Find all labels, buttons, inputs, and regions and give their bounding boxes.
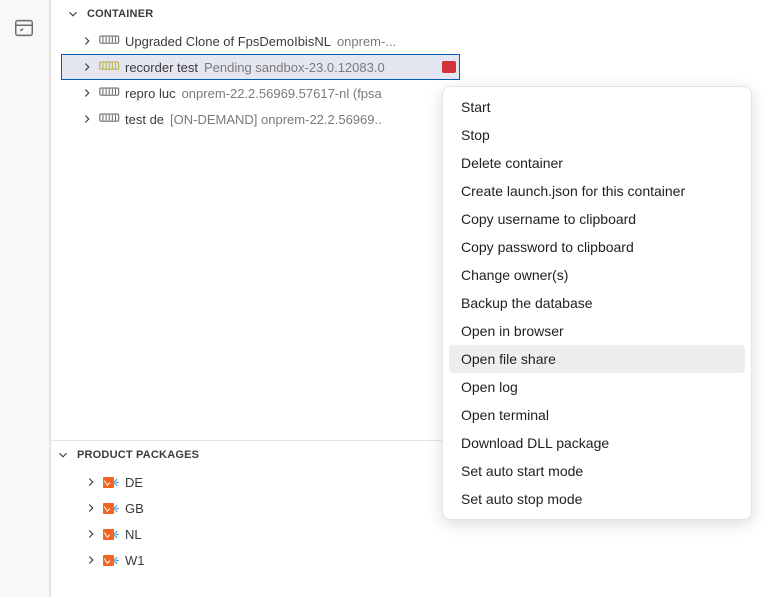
context-menu-item[interactable]: Backup the database — [449, 289, 745, 317]
section-title: PRODUCT PACKAGES — [77, 449, 199, 461]
container-item[interactable]: repro luc onprem-22.2.56969.57617-nl (fps… — [61, 80, 460, 106]
context-menu-item[interactable]: Open log — [449, 373, 745, 401]
package-item[interactable]: W1 — [51, 547, 460, 573]
chevron-right-icon — [83, 474, 99, 490]
chevron-right-icon — [79, 111, 95, 127]
container-item-name: test de — [125, 112, 164, 127]
packages-section-header[interactable]: PRODUCT PACKAGES — [51, 441, 460, 469]
chevron-right-icon — [79, 33, 95, 49]
package-icon — [103, 474, 121, 490]
chevron-down-icon — [55, 447, 71, 463]
context-menu-item[interactable]: Open terminal — [449, 401, 745, 429]
context-menu: StartStopDelete containerCreate launch.j… — [442, 86, 752, 520]
context-menu-item[interactable]: Copy password to clipboard — [449, 233, 745, 261]
context-menu-item[interactable]: Create launch.json for this container — [449, 177, 745, 205]
container-item-name: recorder test — [125, 60, 198, 75]
package-item-name: NL — [125, 527, 142, 542]
container-item[interactable]: Upgraded Clone of FpsDemoIbisNL onprem-..… — [61, 28, 460, 54]
package-icon — [103, 552, 121, 568]
container-item[interactable]: test de [ON-DEMAND] onprem-22.2.56969.. — [61, 106, 460, 132]
container-item-desc: onprem-... — [337, 34, 456, 49]
package-icon — [103, 500, 121, 516]
section-title: CONTAINER — [87, 8, 153, 20]
context-menu-item[interactable]: Stop — [449, 121, 745, 149]
container-item-desc: onprem-22.2.56969.57617-nl (fpsa — [182, 86, 456, 101]
package-icon — [103, 526, 121, 542]
container-item-name: repro luc — [125, 86, 176, 101]
container-section: CONTAINER Upgraded Clone of FpsDemoIbisN… — [61, 0, 460, 132]
context-menu-item[interactable]: Delete container — [449, 149, 745, 177]
container-icon — [99, 111, 121, 127]
container-icon — [99, 33, 121, 49]
container-item-desc: [ON-DEMAND] onprem-22.2.56969.. — [170, 112, 456, 127]
container-section-header[interactable]: CONTAINER — [61, 0, 460, 28]
chevron-right-icon — [83, 500, 99, 516]
status-red-icon — [442, 61, 456, 73]
context-menu-item[interactable]: Copy username to clipboard — [449, 205, 745, 233]
activity-bar-icon[interactable] — [0, 8, 48, 48]
context-menu-item[interactable]: Open file share — [449, 345, 745, 373]
sidebar: CONTAINER Upgraded Clone of FpsDemoIbisN… — [50, 0, 460, 597]
chevron-down-icon — [65, 6, 81, 22]
chevron-right-icon — [79, 59, 95, 75]
container-item-name: Upgraded Clone of FpsDemoIbisNL — [125, 34, 331, 49]
context-menu-item[interactable]: Change owner(s) — [449, 261, 745, 289]
context-menu-item[interactable]: Open in browser — [449, 317, 745, 345]
container-item[interactable]: recorder test Pending sandbox-23.0.12083.… — [61, 54, 460, 80]
context-menu-item[interactable]: Download DLL package — [449, 429, 745, 457]
packages-section: PRODUCT PACKAGES DE GB NL W1 — [51, 440, 460, 573]
chevron-right-icon — [83, 526, 99, 542]
package-item[interactable]: GB — [51, 495, 460, 521]
chevron-right-icon — [83, 552, 99, 568]
container-icon — [99, 59, 121, 75]
package-item-name: DE — [125, 475, 143, 490]
package-item-name: W1 — [125, 553, 145, 568]
chevron-right-icon — [79, 85, 95, 101]
context-menu-item[interactable]: Set auto start mode — [449, 457, 745, 485]
container-item-desc: Pending sandbox-23.0.12083.0 — [204, 60, 436, 75]
context-menu-item[interactable]: Start — [449, 93, 745, 121]
context-menu-item[interactable]: Set auto stop mode — [449, 485, 745, 513]
package-item[interactable]: NL — [51, 521, 460, 547]
package-item[interactable]: DE — [51, 469, 460, 495]
package-item-name: GB — [125, 501, 144, 516]
container-icon — [99, 85, 121, 101]
